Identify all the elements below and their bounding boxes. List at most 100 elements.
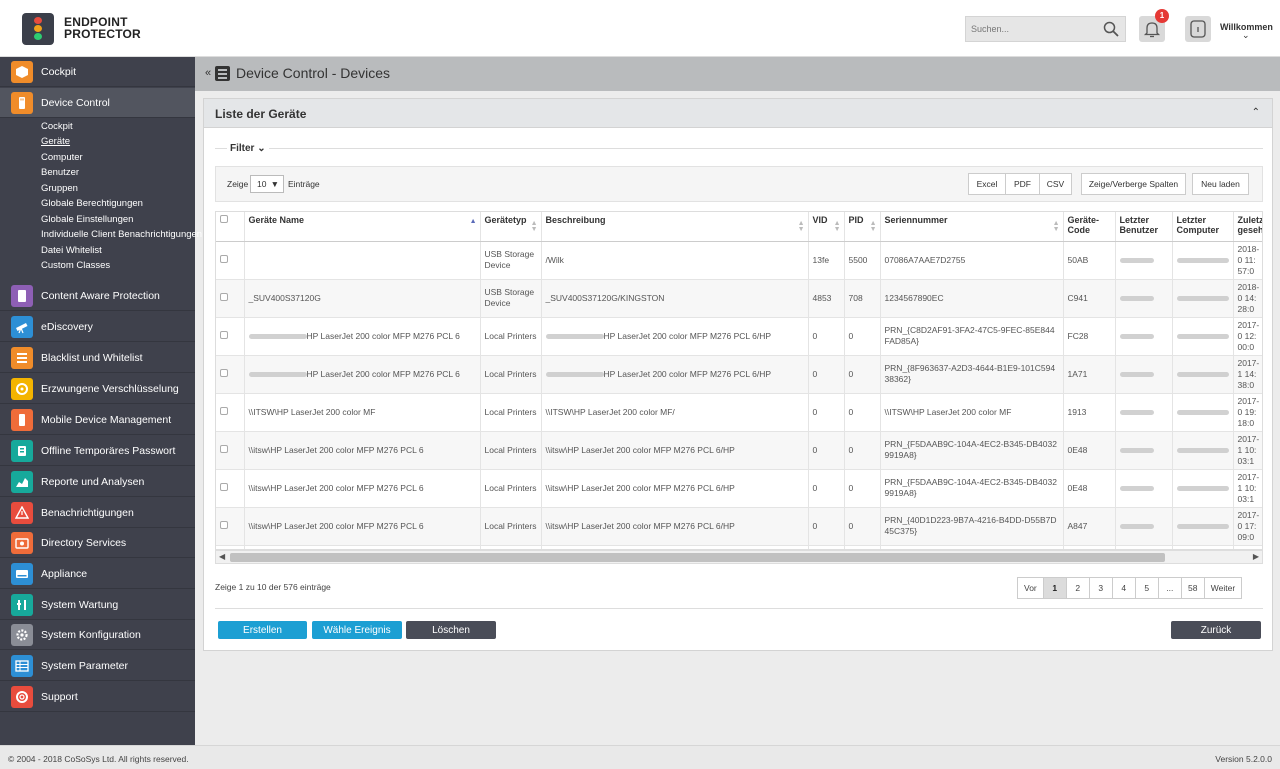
user-avatar-icon[interactable] (1185, 16, 1211, 42)
table-row[interactable]: \\itsw\HP LaserJet 200 color MFP M276 PC… (216, 469, 1262, 508)
sidebar-item-support[interactable]: Support (0, 682, 195, 712)
cell-vid: 0 (808, 507, 845, 546)
submenu-globale-einstellungen[interactable]: Globale Einstellungen (41, 214, 133, 225)
export-pdf-button[interactable]: PDF (1005, 173, 1040, 195)
table-row[interactable]: USB Storage Device/Wilk 13fe 5500 07086A7AA… (216, 241, 1262, 280)
page-button-next[interactable]: Weiter (1204, 578, 1242, 598)
page-button-prev[interactable]: Vor (1018, 578, 1044, 598)
row-checkbox[interactable] (216, 431, 245, 470)
sidebar-item-cockpit[interactable]: Cockpit (0, 57, 195, 87)
submenu-custom-classes[interactable]: Custom Classes (41, 260, 110, 271)
submenu-globale-berechtigungen[interactable]: Globale Berechtigungen (41, 198, 143, 209)
table-row[interactable]: HP LaserJet 200 color MFP M276 PCL 6 Loca… (216, 317, 1262, 356)
scroll-left-icon[interactable]: ◀ (219, 552, 225, 561)
submenu-gruppen[interactable]: Gruppen (41, 183, 78, 194)
cell-last-seen: 2017-0 17:09:0 (1233, 507, 1262, 546)
page-button-3[interactable]: 3 (1089, 578, 1113, 598)
row-checkbox[interactable] (216, 469, 245, 508)
column-header-code[interactable]: Geräte-Code (1063, 212, 1116, 242)
column-header-type[interactable]: Gerätetyp ▲ ▼ (480, 212, 542, 242)
sidebar-item-benachrichtigungen[interactable]: Benachrichtigungen (0, 498, 195, 528)
page-size-select[interactable]: 10 ▼ (250, 175, 284, 193)
back-button[interactable]: Zurück (1171, 621, 1261, 639)
scrollbar-thumb[interactable] (230, 553, 1165, 562)
delete-button[interactable]: Löschen (406, 621, 496, 639)
row-checkbox[interactable] (216, 507, 245, 546)
submenu-computer[interactable]: Computer (41, 152, 83, 163)
sidebar-item-ediscovery[interactable]: eDiscovery (0, 312, 195, 342)
sliders-icon (11, 654, 33, 677)
scroll-right-icon[interactable]: ▶ (1253, 552, 1259, 561)
row-checkbox[interactable] (216, 241, 245, 280)
table-row[interactable]: \\itsw\HP LaserJet 200 color MFP M276 PC… (216, 507, 1262, 546)
row-checkbox[interactable] (216, 355, 245, 394)
submenu-geraete[interactable]: Geräte (41, 136, 70, 147)
device-list-panel: Liste der Geräte ⌃ Filter ⌄ Zeige 10 ▼ E… (203, 98, 1273, 651)
sidebar-item-appliance[interactable]: Appliance (0, 559, 195, 589)
sidebar-item-verschluesselung[interactable]: Erzwungene Verschlüsselung (0, 374, 195, 404)
cell-last-computer-redacted (1172, 241, 1234, 280)
gear-lock-icon (11, 377, 33, 400)
copyright: © 2004 - 2018 CoSoSys Ltd. All rights re… (8, 754, 189, 764)
column-header-vid[interactable]: VID ▲ ▼ (808, 212, 845, 242)
search-icon[interactable] (1103, 21, 1119, 37)
column-header-last-user[interactable]: Letzter Benutzer (1115, 212, 1173, 242)
toggle-columns-button[interactable]: Zeige/Verberge Spalten (1081, 173, 1186, 195)
sidebar-item-offline-passwort[interactable]: Offline Temporäres Passwort (0, 436, 195, 466)
page-button-2[interactable]: 2 (1066, 578, 1090, 598)
sidebar-item-blacklist[interactable]: Blacklist und Whitelist (0, 343, 195, 373)
sidebar-item-device-control[interactable]: Device Control (0, 88, 195, 118)
choose-event-button[interactable]: Wähle Ereignis (312, 621, 402, 639)
sidebar-item-directory-services[interactable]: Directory Services (0, 528, 195, 558)
submenu-benutzer[interactable]: Benutzer (41, 167, 79, 178)
export-excel-button[interactable]: Excel (968, 173, 1006, 195)
sidebar-item-system-parameter[interactable]: System Parameter (0, 651, 195, 681)
row-checkbox[interactable] (216, 317, 245, 356)
create-button[interactable]: Erstellen (218, 621, 307, 639)
sidebar-item-system-wartung[interactable]: System Wartung (0, 590, 195, 620)
page-button-58[interactable]: 58 (1181, 578, 1205, 598)
list-icon (215, 66, 230, 81)
table-row[interactable]: _SUV400S37120G USB Storage Device _SUV400S… (216, 279, 1262, 318)
horizontal-scrollbar[interactable]: ◀ ▶ (215, 550, 1263, 564)
submenu-client-benachrichtigungen[interactable]: Individuelle Client Benachrichtigungen (41, 229, 202, 240)
sidebar-item-system-konfiguration[interactable]: System Konfiguration (0, 620, 195, 650)
column-header-last-computer[interactable]: Letzter Computer (1172, 212, 1234, 242)
submenu-datei-whitelist[interactable]: Datei Whitelist (41, 245, 102, 256)
collapse-panel-chevron-up-icon[interactable]: ⌃ (1252, 107, 1260, 118)
usb-icon (11, 91, 33, 114)
cell-description: _SUV400S37120G/KINGSTON (541, 279, 809, 318)
cell-device-code: 50AB (1063, 241, 1116, 280)
filter-divider (215, 148, 1263, 149)
cell-description: \\ITSW\HP LaserJet 200 color MF/ (541, 393, 809, 432)
select-all-checkbox[interactable] (216, 212, 245, 242)
search-input[interactable] (966, 17, 1091, 41)
cell-last-computer-redacted (1172, 469, 1234, 508)
submenu-cockpit[interactable]: Cockpit (41, 121, 73, 132)
column-header-name[interactable]: Geräte Name ▲ (244, 212, 481, 242)
table-row[interactable]: \\ITSW\HP LaserJet 200 color MF Local Pri… (216, 393, 1262, 432)
sidebar-item-reporte[interactable]: Reporte und Analysen (0, 467, 195, 497)
cell-vid: 0 (808, 317, 845, 356)
collapse-sidebar-icon[interactable]: « (205, 67, 211, 79)
row-checkbox[interactable] (216, 393, 245, 432)
page-button-4[interactable]: 4 (1112, 578, 1136, 598)
sidebar-item-mdm[interactable]: Mobile Device Management (0, 405, 195, 435)
column-header-last-seen[interactable]: Zuletzt gesehen (1233, 212, 1262, 242)
chevron-down-icon[interactable]: ⌄ (1242, 30, 1250, 41)
sidebar-item-label: Benachrichtigungen (41, 506, 134, 519)
table-row[interactable]: HP LaserJet 200 color MFP M276 PCL 6 Loca… (216, 355, 1262, 394)
traffic-light-logo-icon[interactable] (22, 13, 54, 45)
reload-button[interactable]: Neu laden (1192, 173, 1249, 195)
row-checkbox[interactable] (216, 279, 245, 318)
column-header-pid[interactable]: PID ▲ ▼ (844, 212, 881, 242)
sidebar-item-content-aware[interactable]: Content Aware Protection (0, 281, 195, 311)
page-button-5[interactable]: 5 (1135, 578, 1159, 598)
page-button-1[interactable]: 1 (1043, 578, 1067, 598)
table-row[interactable]: \\itsw\HP LaserJet 200 color MFP M276 PC… (216, 431, 1262, 470)
column-header-description[interactable]: Beschreibung ▲ ▼ (541, 212, 809, 242)
cell-device-code: 1913 (1063, 393, 1116, 432)
column-header-serial[interactable]: Seriennummer ▲ ▼ (880, 212, 1064, 242)
filter-toggle[interactable]: Filter ⌄ (227, 143, 269, 154)
export-csv-button[interactable]: CSV (1039, 173, 1072, 195)
